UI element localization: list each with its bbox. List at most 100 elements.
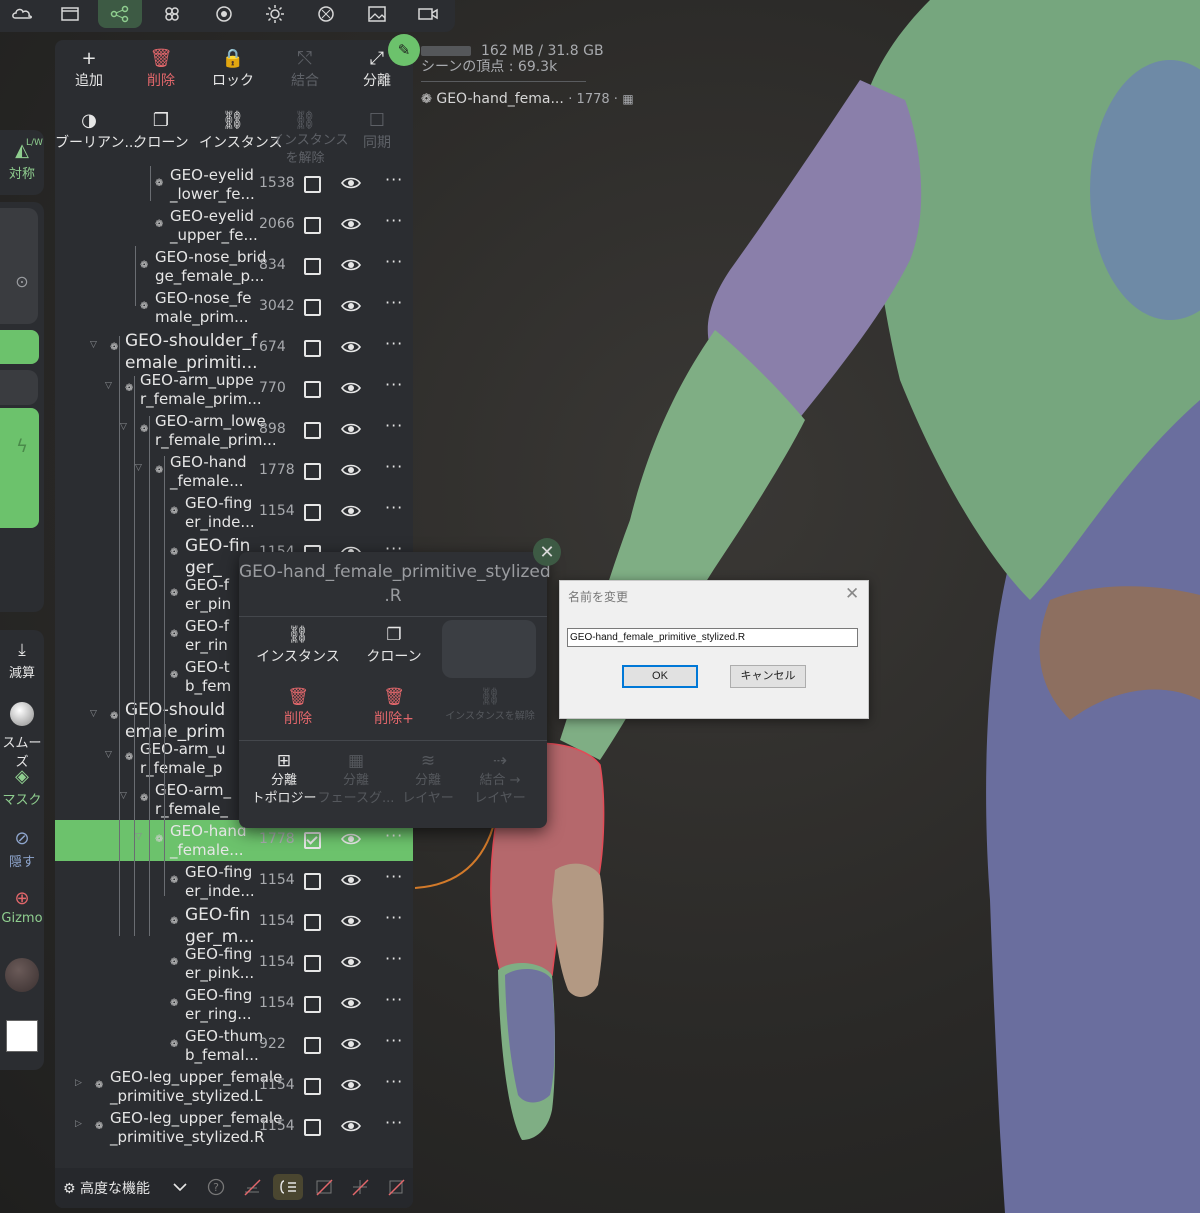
material-preview-button[interactable] (0, 958, 44, 996)
select-checkbox[interactable] (304, 422, 321, 439)
cancel-button[interactable]: キャンセル (730, 665, 806, 688)
tree-row[interactable]: ❁ GEO-thum b_femal... 922 ··· (55, 1025, 413, 1066)
wireframe-off-icon[interactable] (239, 1174, 265, 1200)
eye-icon[interactable] (341, 216, 361, 235)
tree-row[interactable]: ▷ ❁ GEO-leg_upper_female _primitive_styliz… (55, 1107, 413, 1148)
radius-slider-track[interactable] (0, 208, 38, 324)
cloud-icon[interactable] (0, 0, 44, 28)
action-uninstance-button[interactable]: ⛓ インスタンス を解除 (271, 110, 348, 168)
outline-off-icon[interactable] (383, 1174, 409, 1200)
action-plus-button[interactable]: + 追加 (55, 48, 123, 90)
shader-icon[interactable] (304, 0, 348, 28)
expand-chevron-icon[interactable]: ▽ (135, 463, 142, 473)
select-checkbox[interactable] (304, 176, 321, 193)
mask-button[interactable]: ◈ マスク (0, 766, 44, 808)
more-options-icon[interactable]: ··· (385, 334, 403, 353)
select-checkbox[interactable] (304, 299, 321, 316)
menu-unlink-item[interactable]: ⛓ インスタンスを解除 (445, 686, 535, 726)
expand-chevron-icon[interactable]: ▽ (90, 709, 97, 719)
tree-row[interactable]: ❁ GEO-nose_brid ge_female_p... 834 ··· (55, 246, 413, 287)
radius-slider-fill[interactable] (0, 330, 39, 364)
eye-icon[interactable] (341, 462, 361, 481)
action-merge-button[interactable]: ⤲ 結合 (271, 48, 339, 90)
expand-chevron-icon[interactable]: ▽ (105, 381, 112, 391)
select-checkbox[interactable] (304, 996, 321, 1013)
dialog-close-button[interactable]: ✕ (845, 584, 859, 604)
eye-icon[interactable] (341, 175, 361, 194)
expand-chevron-icon[interactable]: ▽ (120, 791, 127, 801)
tree-row[interactable]: ▽ ❁ GEO-shoulder_f emale_primiti... 674 ··· (55, 328, 413, 373)
ok-button[interactable]: OK (622, 665, 698, 688)
intensity-slider-fill[interactable] (0, 408, 39, 528)
select-checkbox[interactable] (304, 1119, 321, 1136)
materials-icon[interactable] (150, 0, 194, 28)
more-options-icon[interactable]: ··· (385, 416, 403, 435)
eye-icon[interactable] (341, 831, 361, 850)
more-options-icon[interactable]: ··· (385, 949, 403, 968)
select-checkbox[interactable] (304, 1078, 321, 1095)
more-options-icon[interactable]: ··· (385, 211, 403, 230)
select-checkbox[interactable] (304, 258, 321, 275)
folder-icon[interactable] (48, 0, 92, 28)
advanced-features-button[interactable]: ⚙ 高度な機能 (63, 1178, 150, 1198)
intensity-slider-track[interactable] (0, 370, 38, 405)
eye-icon[interactable] (341, 298, 361, 317)
tree-row[interactable]: ❁ GEO-fing er_pink... 1154 ··· (55, 943, 413, 984)
tree-row[interactable]: ❁ GEO-fin ger_m... 1154 ··· (55, 902, 413, 947)
menu-trash-plus-item[interactable]: 🗑 削除+ (349, 686, 439, 728)
close-context-menu-button[interactable]: ✕ (533, 538, 561, 566)
more-options-icon[interactable]: ··· (385, 498, 403, 517)
select-checkbox[interactable] (304, 1037, 321, 1054)
select-checkbox[interactable] (304, 463, 321, 480)
smooth-button[interactable]: スムーズ (0, 702, 44, 770)
menu-trash-item[interactable]: 🗑 削除 (253, 686, 343, 728)
tree-row[interactable]: ❁ GEO-nose_fe male_prim... 3042 ··· (55, 287, 413, 328)
chevron-down-icon[interactable] (167, 1174, 193, 1200)
eye-icon[interactable] (341, 1118, 361, 1137)
tree-row[interactable]: ❁ GEO-eyelid _upper_fe... 2066 ··· (55, 205, 413, 246)
grid-off-icon[interactable] (347, 1174, 373, 1200)
expand-chevron-icon[interactable]: ▽ (90, 340, 97, 350)
more-options-icon[interactable]: ··· (385, 826, 403, 845)
eye-icon[interactable] (341, 1036, 361, 1055)
select-checkbox[interactable] (304, 340, 321, 357)
select-checkbox[interactable] (304, 832, 321, 849)
more-options-icon[interactable]: ··· (385, 1031, 403, 1050)
more-options-icon[interactable]: ··· (385, 170, 403, 189)
name-input[interactable] (567, 628, 858, 647)
select-checkbox[interactable] (304, 504, 321, 521)
select-checkbox[interactable] (304, 955, 321, 972)
decimate-button[interactable]: ⤓ 減算 (0, 640, 44, 681)
color-swatch[interactable] (0, 1020, 44, 1056)
select-checkbox[interactable] (304, 217, 321, 234)
more-options-icon[interactable]: ··· (385, 293, 403, 312)
gizmo-button[interactable]: ⊕ Gizmo (0, 888, 44, 926)
symmetry-button[interactable]: ◭ L/W 対称 (0, 138, 44, 182)
tree-row[interactable]: ❁ GEO-fing er_inde... 1154 ··· (55, 492, 413, 533)
more-options-icon[interactable]: ··· (385, 867, 403, 886)
tree-row[interactable]: ▷ ❁ GEO-leg_upper_female _primitive_styliz… (55, 1066, 413, 1107)
action-lock-button[interactable]: 🔒 ロック (199, 48, 267, 90)
action-split-button[interactable]: ⤢ 分離 (343, 48, 411, 90)
eye-icon[interactable] (341, 380, 361, 399)
light-icon[interactable] (253, 0, 297, 28)
expand-chevron-icon[interactable]: ▷ (75, 1119, 82, 1129)
tree-row[interactable]: ❁ GEO-eyelid _lower_fe... 1538 ··· (55, 166, 413, 205)
more-options-icon[interactable]: ··· (385, 457, 403, 476)
eye-icon[interactable] (341, 1077, 361, 1096)
eye-icon[interactable] (341, 503, 361, 522)
tree-row[interactable]: ▽ ❁ GEO-hand _female... 1778 ··· (55, 451, 413, 492)
action-trash-button[interactable]: 🗑 削除 (127, 48, 195, 90)
tree-row[interactable]: ▽ ❁ GEO-arm_lowe r_female_prim... 898 ··· (55, 410, 413, 451)
menu-merge-layer-item[interactable]: ⇢ 結合 → レイヤー (457, 750, 543, 808)
eye-icon[interactable] (341, 421, 361, 440)
menu-clone-item[interactable]: ❐ クローン (349, 624, 439, 666)
image-icon[interactable] (355, 0, 399, 28)
eye-icon[interactable] (341, 872, 361, 891)
select-checkbox[interactable] (304, 873, 321, 890)
select-checkbox[interactable] (304, 914, 321, 931)
hide-button[interactable]: ⊘ 隠す (0, 828, 44, 870)
more-options-icon[interactable]: ··· (385, 375, 403, 394)
flat-shading-icon[interactable] (273, 1174, 303, 1200)
action-sync-button[interactable]: ☐ 同期 (343, 110, 411, 152)
